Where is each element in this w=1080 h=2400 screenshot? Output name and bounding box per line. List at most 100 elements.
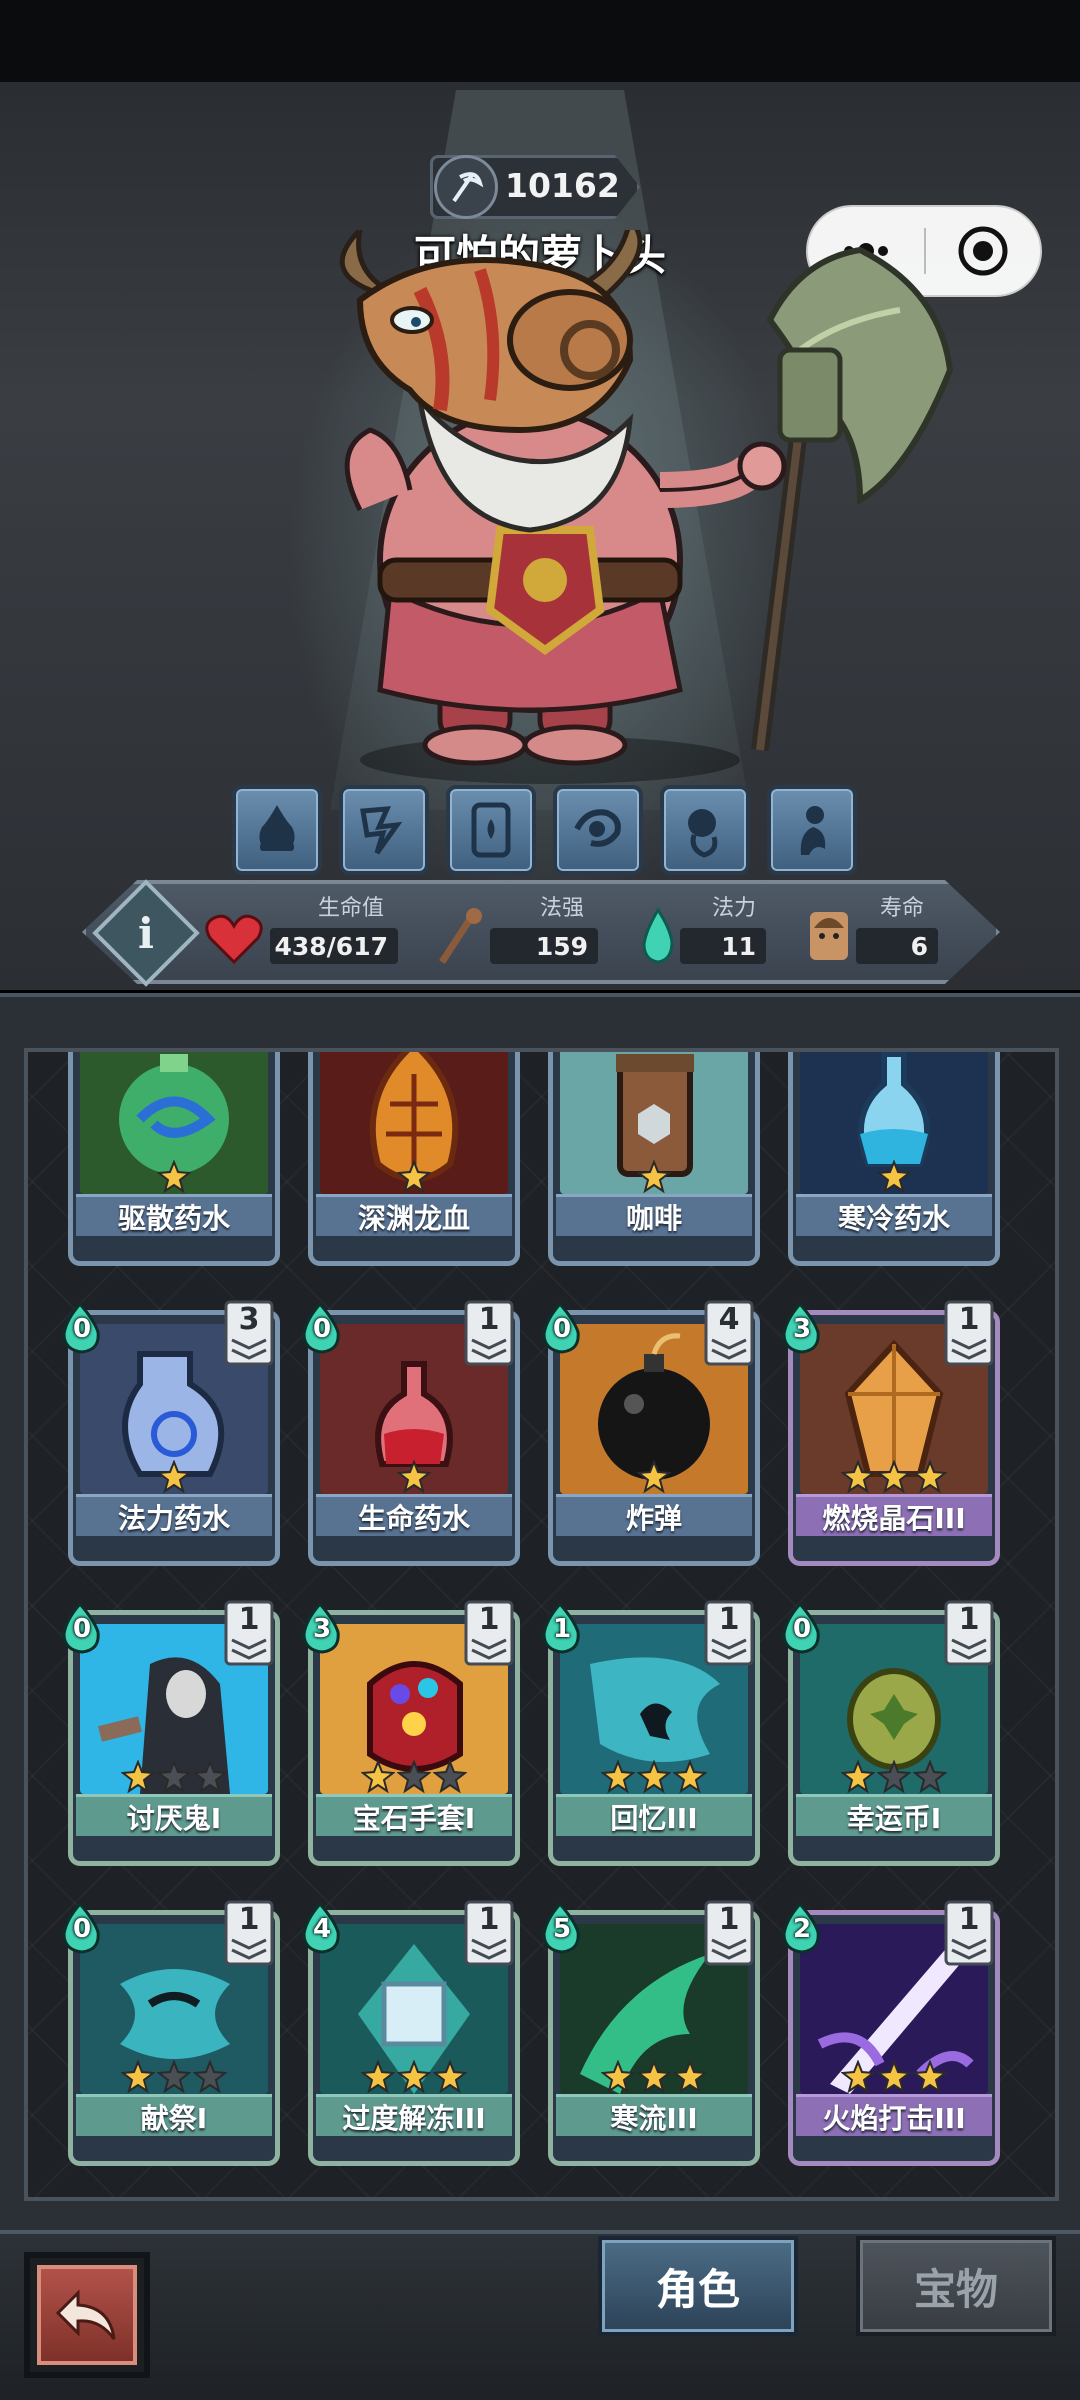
card-name: 火焰打击III <box>796 2094 992 2136</box>
star-filled-icon <box>877 2060 911 2094</box>
power-label: 法强 <box>540 896 585 921</box>
star-filled-icon <box>841 1460 875 1494</box>
star-rating <box>548 1460 760 1496</box>
star-rating <box>788 2060 1000 2096</box>
card-name: 咖啡 <box>556 1194 752 1236</box>
card[interactable]: 寒流III 5 1 <box>542 1900 760 2166</box>
star-rating <box>68 1760 280 1796</box>
star-rating <box>68 1460 280 1496</box>
star-empty-icon <box>913 1760 947 1794</box>
card-name: 法力药水 <box>76 1494 272 1536</box>
whirl-ability-icon[interactable] <box>553 785 643 875</box>
fire-ability-icon[interactable] <box>232 785 322 875</box>
card[interactable]: 回忆III 1 1 <box>542 1600 760 1866</box>
card-name: 深渊龙血 <box>316 1194 512 1236</box>
mana-cost-value: 5 <box>552 1914 572 1944</box>
tab-character[interactable]: 角色 <box>598 2236 798 2336</box>
card[interactable]: 驱散药水 <box>68 1052 280 1266</box>
star-filled-icon <box>877 1460 911 1494</box>
summon-ability-icon[interactable] <box>767 785 857 875</box>
lightning-ability-icon[interactable] <box>339 785 429 875</box>
card[interactable]: 过度解冻III 4 1 <box>302 1900 520 2166</box>
star-filled-icon <box>397 1160 431 1194</box>
card-count-value: 1 <box>478 1602 500 1637</box>
ability-row <box>232 785 857 875</box>
star-filled-icon <box>601 1760 635 1794</box>
star-filled-icon <box>841 1760 875 1794</box>
card[interactable]: 宝石手套I 3 1 <box>302 1600 520 1866</box>
star-empty-icon <box>157 1760 191 1794</box>
card[interactable]: 寒冷药水 <box>788 1052 1000 1266</box>
star-filled-icon <box>673 1760 707 1794</box>
star-filled-icon <box>913 2060 947 2094</box>
card[interactable]: 法力药水 0 3 <box>62 1300 280 1566</box>
card-count-value: 1 <box>478 1902 500 1937</box>
star-filled-icon <box>877 1160 911 1194</box>
mana-cost-value: 0 <box>72 1614 92 1644</box>
card[interactable]: 炸弹 0 4 <box>542 1300 760 1566</box>
card-grid[interactable]: 驱散药水 深渊龙血 咖啡 寒冷药水 法力药水 0 3 生命药水 0 1 炸弹 0 4 燃烧晶石III 3 1 讨… <box>24 1048 1059 2201</box>
tab-treasure[interactable]: 宝物 <box>856 2236 1056 2336</box>
card-name: 献祭I <box>76 2094 272 2136</box>
star-empty-icon <box>157 2060 191 2094</box>
mana-cost-value: 2 <box>792 1914 812 1944</box>
heart-icon <box>205 914 263 965</box>
card[interactable]: 火焰打击III 2 1 <box>782 1900 1000 2166</box>
mana-flame-icon <box>642 907 674 964</box>
card[interactable]: 献祭I 0 1 <box>62 1900 280 2166</box>
star-filled-icon <box>361 1760 395 1794</box>
star-rating <box>68 2060 280 2096</box>
star-rating <box>308 1160 520 1196</box>
back-button-face <box>37 2265 137 2365</box>
card[interactable]: 幸运币I 0 1 <box>782 1600 1000 1866</box>
card-name: 炸弹 <box>556 1494 752 1536</box>
staff-icon <box>439 908 482 964</box>
card-count-value: 1 <box>958 1302 980 1337</box>
card[interactable]: 生命药水 0 1 <box>302 1300 520 1566</box>
card-name: 生命药水 <box>316 1494 512 1536</box>
card[interactable]: 深渊龙血 <box>308 1052 520 1266</box>
card-name: 过度解冻III <box>316 2094 512 2136</box>
card[interactable]: 咖啡 <box>548 1052 760 1266</box>
card-count-value: 1 <box>238 1602 260 1637</box>
card[interactable]: 讨厌鬼I 0 1 <box>62 1600 280 1866</box>
star-filled-icon <box>841 2060 875 2094</box>
mana-label: 法力 <box>712 896 757 921</box>
card-name: 宝石手套I <box>316 1794 512 1836</box>
star-filled-icon <box>157 1160 191 1194</box>
card[interactable]: 燃烧晶石III 3 1 <box>782 1300 1000 1566</box>
star-filled-icon <box>637 1460 671 1494</box>
star-empty-icon <box>397 1760 431 1794</box>
card-count-value: 1 <box>718 1902 740 1937</box>
card-name: 幸运币I <box>796 1794 992 1836</box>
info-icon[interactable]: i <box>108 895 184 971</box>
star-empty-icon <box>877 1760 911 1794</box>
star-rating <box>788 1760 1000 1796</box>
card-count-value: 1 <box>958 1602 980 1637</box>
mana-cost-value: 0 <box>312 1314 332 1344</box>
hero-portrait-icon <box>810 912 848 960</box>
card-count-value: 1 <box>958 1902 980 1937</box>
mana-value: 11 <box>680 928 766 964</box>
star-filled-icon <box>157 1460 191 1494</box>
card-count-value: 1 <box>718 1602 740 1637</box>
life-label: 寿命 <box>880 896 925 921</box>
star-filled-icon <box>397 1460 431 1494</box>
star-rating <box>788 1460 1000 1496</box>
back-button[interactable] <box>24 2252 150 2378</box>
star-rating <box>308 1760 520 1796</box>
totem-ability-icon[interactable] <box>446 785 536 875</box>
star-rating <box>68 1160 280 1196</box>
mana-cost-value: 3 <box>792 1314 812 1344</box>
mana-cost-value: 0 <box>72 1914 92 1944</box>
spirit-ability-icon[interactable] <box>660 785 750 875</box>
star-filled-icon <box>397 2060 431 2094</box>
star-rating <box>788 1160 1000 1196</box>
star-filled-icon <box>637 1760 671 1794</box>
star-filled-icon <box>121 2060 155 2094</box>
boss-score: 10162 <box>505 166 620 205</box>
star-filled-icon <box>601 2060 635 2094</box>
card-name: 寒冷药水 <box>796 1194 992 1236</box>
mana-cost-value: 4 <box>312 1914 332 1944</box>
star-rating <box>308 1460 520 1496</box>
